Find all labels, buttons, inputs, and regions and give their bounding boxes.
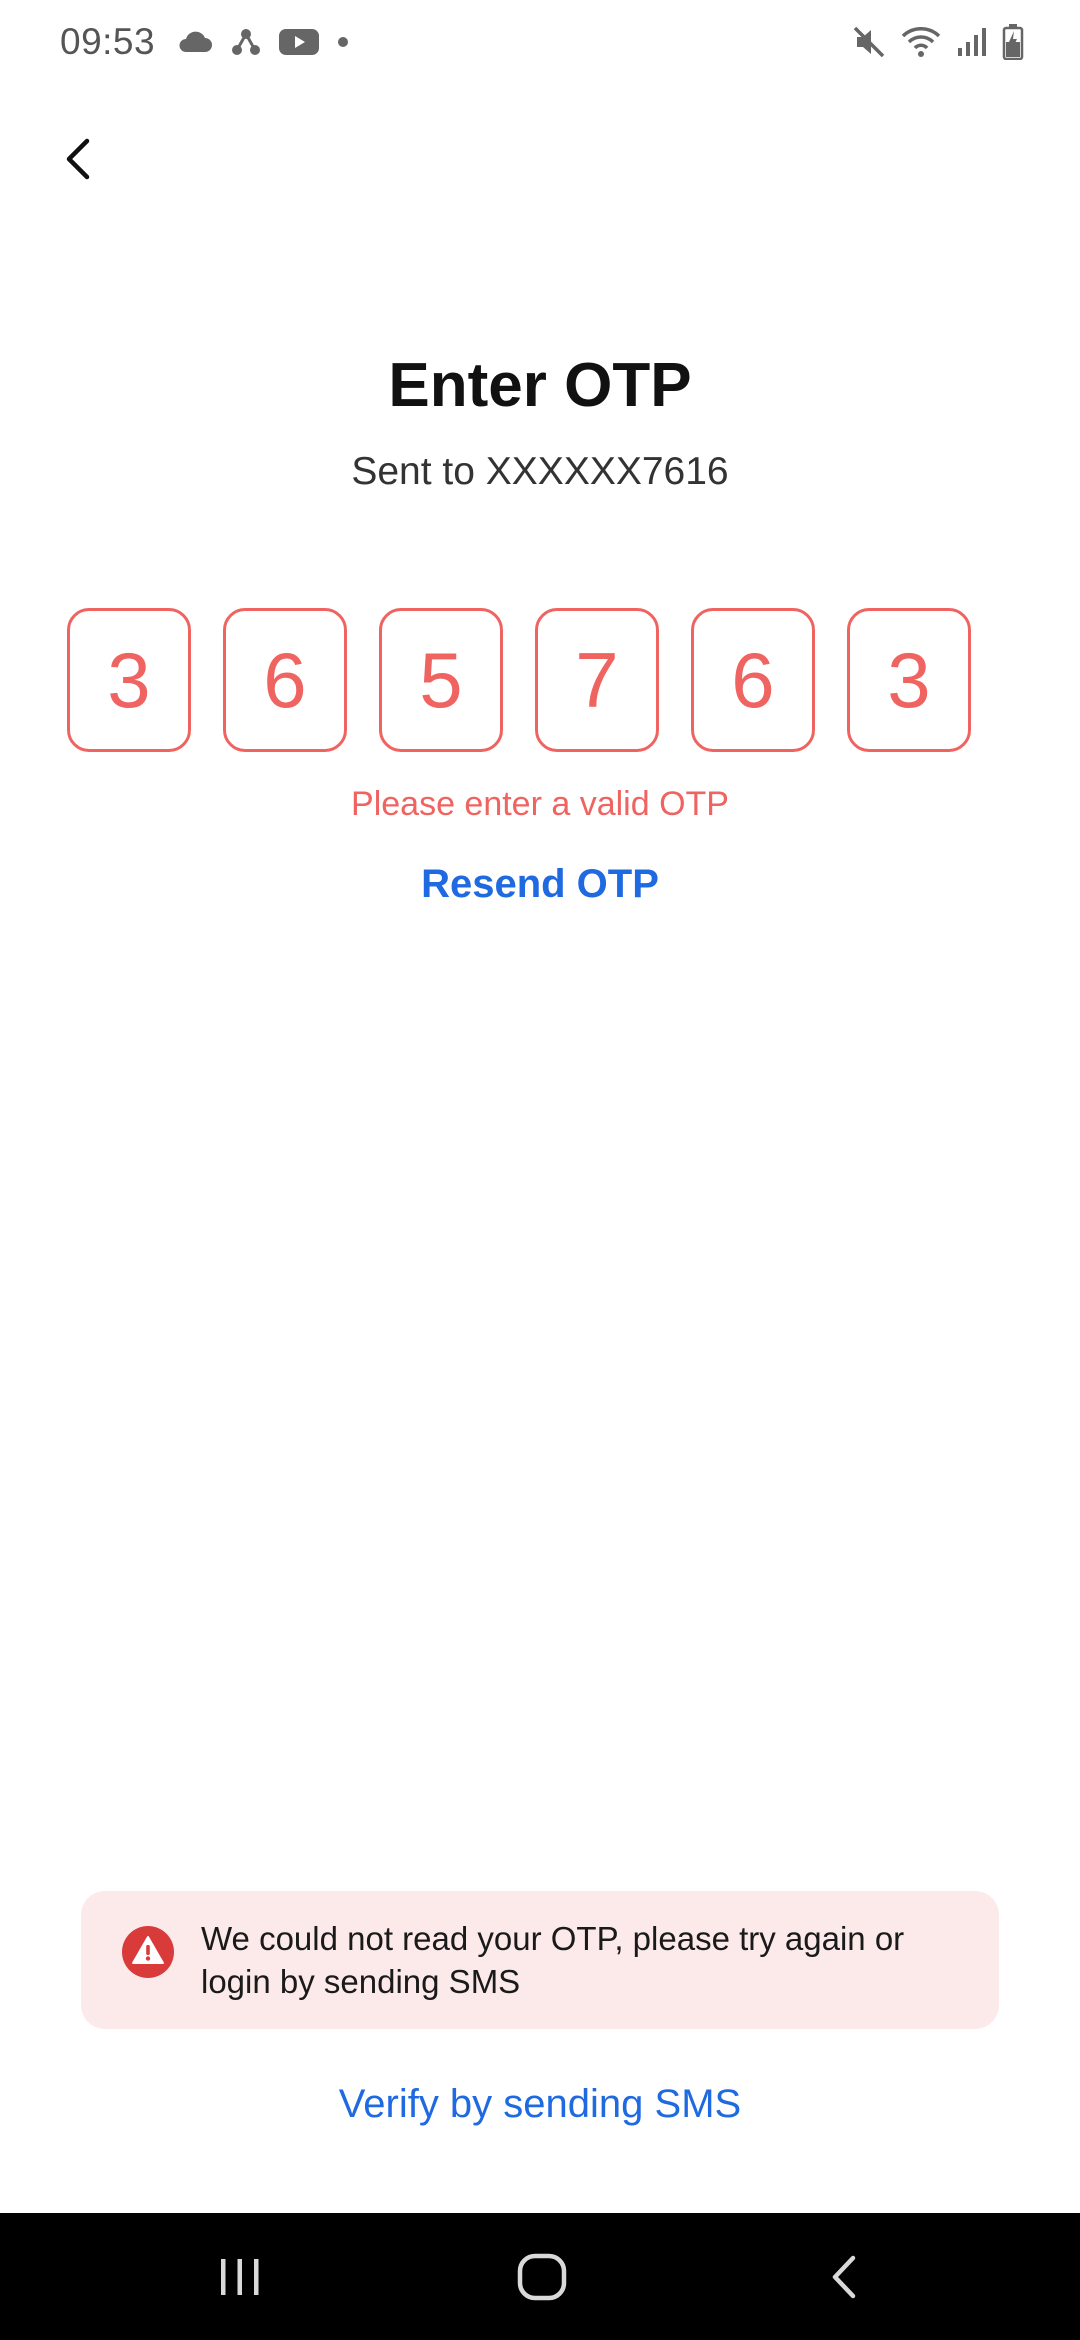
verify-by-sms-link[interactable]: Verify by sending SMS bbox=[0, 2082, 1080, 2127]
otp-digit-3[interactable]: 5 bbox=[379, 608, 503, 752]
otp-digit-1[interactable]: 3 bbox=[67, 608, 191, 752]
signal-icon bbox=[958, 28, 986, 56]
page-title: Enter OTP bbox=[388, 351, 692, 420]
status-left: 09:53 bbox=[60, 21, 349, 63]
recents-icon bbox=[221, 2258, 259, 2295]
navigation-bar bbox=[0, 2213, 1080, 2340]
mute-icon bbox=[853, 26, 885, 58]
youtube-icon bbox=[279, 29, 320, 55]
otp-error-message: Please enter a valid OTP bbox=[351, 785, 729, 823]
home-icon bbox=[517, 2253, 567, 2300]
cloud-icon bbox=[179, 31, 213, 52]
alert-banner: We could not read your OTP, please try a… bbox=[81, 1891, 999, 2029]
dot-icon bbox=[338, 37, 349, 47]
status-time: 09:53 bbox=[60, 21, 156, 62]
home-button[interactable] bbox=[452, 2213, 632, 2340]
back-icon bbox=[832, 2255, 856, 2298]
warning-icon bbox=[122, 1926, 174, 1978]
status-bar: 09:53 bbox=[0, 0, 1080, 84]
share-hub-icon bbox=[232, 29, 261, 55]
resend-otp-link[interactable]: Resend OTP bbox=[0, 862, 1080, 907]
chevron-left-icon bbox=[66, 138, 90, 180]
system-back-button[interactable] bbox=[754, 2213, 934, 2340]
otp-input-row: 3 6 5 7 6 3 bbox=[67, 608, 977, 758]
otp-digit-6[interactable]: 3 bbox=[847, 608, 971, 752]
wifi-icon bbox=[901, 27, 941, 57]
page-subtitle: Sent to XXXXXX7616 bbox=[351, 450, 729, 493]
otp-digit-2[interactable]: 6 bbox=[223, 608, 347, 752]
status-right bbox=[852, 24, 1024, 60]
recents-button[interactable] bbox=[150, 2213, 330, 2340]
back-button[interactable] bbox=[48, 120, 108, 198]
battery-icon bbox=[1002, 24, 1024, 60]
otp-digit-5[interactable]: 6 bbox=[691, 608, 815, 752]
alert-message: We could not read your OTP, please try a… bbox=[201, 1920, 905, 2000]
otp-digit-4[interactable]: 7 bbox=[535, 608, 659, 752]
